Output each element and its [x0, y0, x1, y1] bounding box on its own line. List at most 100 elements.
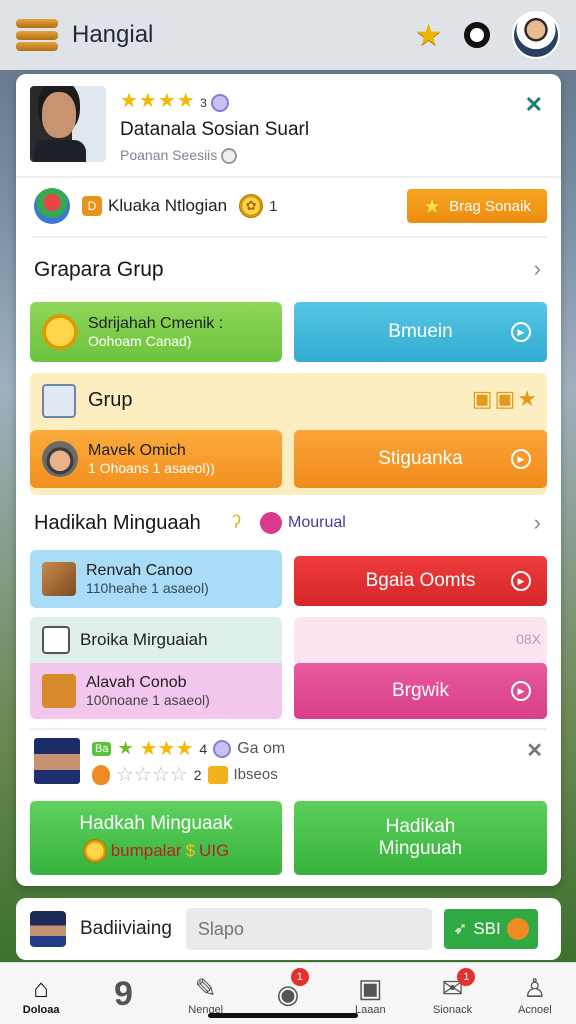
- section-title: Grapara Grup: [34, 258, 164, 281]
- level-row: D Kluaka Ntlogian ✿ 1 ★ Brag Sonaik: [34, 184, 547, 228]
- play-icon: ▶: [511, 571, 531, 591]
- tab-mail[interactable]: ✉ Sionack 1: [411, 963, 493, 1024]
- hint-icon: ʔ: [232, 512, 241, 532]
- button-label: Bmuein: [388, 321, 453, 342]
- tab-home[interactable]: ⌂ Doloaa: [0, 963, 82, 1024]
- divider: [32, 236, 547, 238]
- blue-action-button[interactable]: Bmuein ▶: [294, 302, 547, 362]
- edit-icon: [42, 626, 70, 654]
- button-subtitle: bumpalar: [110, 841, 182, 860]
- coin-count: 1: [269, 197, 278, 215]
- dice-icon: [42, 674, 76, 708]
- home-icon: [42, 384, 76, 418]
- edit-icon: ✎: [194, 972, 217, 1003]
- mail-icon: [207, 765, 228, 784]
- image-icon: ▣: [357, 972, 383, 1003]
- tab-label: Laaan: [354, 1003, 386, 1016]
- pink-panel: [294, 617, 547, 663]
- button-line2: Minguuah: [378, 838, 463, 859]
- close-icon[interactable]: ✕: [526, 738, 543, 763]
- send-button-label: SBI: [473, 919, 501, 938]
- notification-badge: 1: [457, 968, 476, 986]
- group-tile[interactable]: Sdrijahah Cmenik : Oohoam Canad): [30, 302, 282, 362]
- pink-action-button[interactable]: Brgwik ▶: [294, 663, 547, 719]
- tab-profile[interactable]: ♙ Acnoel: [494, 963, 576, 1024]
- list-tile[interactable]: Renvah Canoo 110heahe 1 asaeol): [30, 550, 282, 608]
- list-tile[interactable]: Alavah Conob 100noane 1 asaeol): [30, 663, 282, 719]
- notification-badge: 1: [290, 968, 309, 986]
- tag-icon: [260, 512, 282, 534]
- play-icon: ▶: [511, 322, 531, 342]
- search-input[interactable]: [185, 908, 432, 950]
- level-avatar: [34, 188, 70, 224]
- compose-bar: Badiiviaing ➶ SBI: [16, 898, 561, 960]
- group-title: Grup: [88, 389, 133, 411]
- star-icon: ★: [423, 195, 442, 218]
- red-action-button[interactable]: Bgaia Oomts ▶: [294, 556, 547, 606]
- box-icon: [42, 562, 76, 596]
- dollar-icon: $: [185, 841, 196, 860]
- orange-action-button[interactable]: Stiguanka ▶: [294, 430, 547, 488]
- button-line1: Hadikah: [385, 816, 456, 837]
- info-icon[interactable]: [221, 148, 238, 165]
- compose-name: Badiiviaing: [80, 918, 172, 939]
- chevron-right-icon[interactable]: ›: [534, 510, 541, 536]
- brag-button[interactable]: ★ Brag Sonaik: [407, 189, 547, 223]
- new-tag: Ba: [92, 741, 112, 756]
- profile-subtitle: Poanan Seesiis: [120, 146, 218, 163]
- tile-title: Alavah Conob: [86, 674, 187, 691]
- chevron-right-icon[interactable]: ›: [534, 256, 541, 282]
- play-icon: ▶: [511, 681, 531, 701]
- gem-icon: [211, 93, 230, 112]
- tag-label: Mourual: [288, 514, 346, 531]
- profile-photo: [30, 86, 106, 162]
- tab-label: Acnoel: [518, 1003, 552, 1016]
- record-icon[interactable]: [464, 22, 490, 48]
- coin-icon: [82, 839, 107, 863]
- star-icon[interactable]: ★: [415, 18, 442, 53]
- green-action-button[interactable]: Hadikah Minguuah: [294, 801, 547, 875]
- tile-subtitle: 1 Ohoans 1 asaeol)): [88, 460, 215, 476]
- tile-title: Sdrijahah Cmenik :: [88, 315, 224, 332]
- tab-nine[interactable]: 9: [82, 963, 164, 1024]
- pin-icon: ➶: [453, 919, 468, 938]
- menu-icon[interactable]: [16, 19, 58, 51]
- section-title: Hadikah Minguaah: [34, 512, 201, 534]
- star-count: 3: [200, 95, 207, 110]
- button-label: Stiguanka: [378, 448, 463, 469]
- app-title: Hangial: [72, 21, 154, 48]
- character-icon: [42, 441, 78, 477]
- user-avatar[interactable]: [512, 11, 560, 59]
- rating-label: Ga om: [237, 739, 286, 757]
- button-extra: UIG: [199, 841, 230, 860]
- button-label: Brgwik: [391, 680, 449, 701]
- tile-subtitle: 100noane 1 asaeol): [86, 692, 210, 708]
- group-tile[interactable]: Mavek Omich 1 Ohoans 1 asaeol)): [30, 430, 282, 488]
- coin-icon: ✿: [239, 194, 264, 218]
- rating-count: 4: [199, 740, 208, 757]
- tab-label: Doloaa: [22, 1003, 60, 1016]
- main-card: ★★★★ 3 Datanala Sosian Suarl Poanan Sees…: [16, 74, 561, 886]
- list-tile[interactable]: Broika Mirguaiah: [30, 617, 282, 663]
- profile-header: ★★★★ 3 Datanala Sosian Suarl Poanan Sees…: [30, 86, 547, 166]
- home-indicator: [208, 1013, 358, 1018]
- level-label: Kluaka Ntlogian: [108, 196, 228, 215]
- tile-subtitle: 110heahe 1 asaeol): [86, 580, 209, 596]
- tile-title: Broika Mirguaiah: [80, 630, 208, 649]
- top-bar: Hangial ★: [0, 0, 576, 70]
- flame-icon: [92, 764, 110, 785]
- tag: Mourual: [260, 512, 346, 534]
- brag-button-label: Brag Sonaik: [449, 197, 531, 215]
- close-icon[interactable]: ✕: [525, 92, 543, 118]
- gem-icon: [213, 739, 232, 758]
- level-badge: D: [82, 196, 102, 216]
- button-title: Hadkah Minguaak: [79, 813, 233, 834]
- empty-stars: ☆☆☆☆: [116, 764, 188, 786]
- send-button[interactable]: ➶ SBI: [443, 909, 538, 949]
- green-reward-button[interactable]: Hadkah Minguaak bumpalar $ UIG: [30, 801, 282, 875]
- rating-stars: ★★★: [139, 738, 194, 760]
- button-label: Bgaia Oomts: [365, 570, 476, 591]
- notification-icon: [506, 918, 529, 940]
- nine-icon: 9: [113, 974, 133, 1013]
- rating-count: 2: [193, 766, 202, 783]
